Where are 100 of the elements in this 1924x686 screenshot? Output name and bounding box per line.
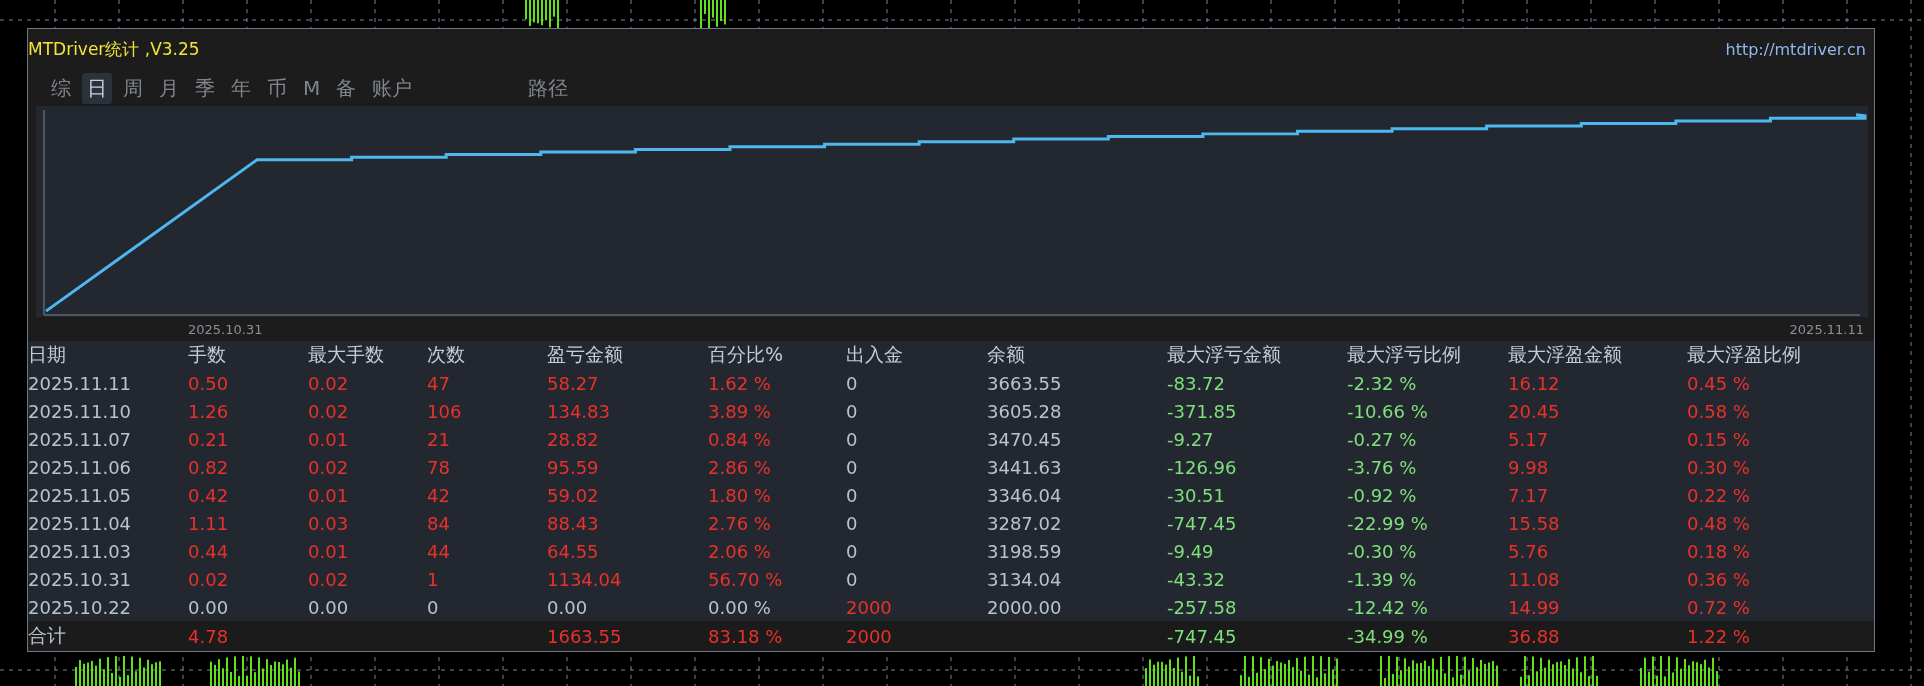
total-cell-text: 1.22 %	[1687, 625, 1751, 647]
table-cell-text: 1.80 %	[708, 484, 772, 506]
table-cell-text: 0	[846, 568, 859, 590]
table-cell-text: -30.51	[1167, 484, 1227, 506]
tab[interactable]: 账户	[367, 72, 418, 104]
table-cell-text: 0.02	[308, 372, 350, 394]
table-cell-text: -747.45	[1167, 512, 1238, 534]
table-cell-text: 84	[427, 512, 451, 534]
total-cell-text: -34.99 %	[1347, 625, 1429, 647]
tab[interactable]: 币	[262, 72, 292, 104]
table-cell-text: -126.96	[1167, 456, 1238, 478]
table-cell-text: -10.66 %	[1347, 400, 1429, 422]
table-cell-text: 28.82	[547, 428, 600, 450]
table-cell-text: 1134.04	[547, 568, 623, 590]
table-cell-text: 2025.11.03	[28, 540, 133, 562]
table-cell-text: 20.45	[1508, 400, 1561, 422]
path-tab[interactable]: 路径	[523, 72, 574, 104]
table-cell-text: 0	[846, 456, 859, 478]
table-cell-text: 0.44	[188, 540, 230, 562]
table-cell-text: 0.82	[188, 456, 230, 478]
table-cell-text: 2025.11.05	[28, 484, 133, 506]
table-cell-text: -371.85	[1167, 400, 1238, 422]
table-cell-text: 0.58 %	[1687, 400, 1751, 422]
table-cell-text: -257.58	[1167, 596, 1238, 618]
table-cell-text: 9.98	[1508, 456, 1550, 478]
axis-label: 2025.10.31	[188, 321, 263, 337]
table-cell-text: -9.49	[1167, 540, 1215, 562]
table-cell-text: 3441.63	[987, 456, 1063, 478]
total-cell-text: 36.88	[1508, 625, 1561, 647]
table-cell-text: 0.00	[547, 596, 589, 618]
table-cell-text: 0.45 %	[1687, 372, 1751, 394]
table-cell-text: 2025.10.22	[28, 596, 133, 618]
table-cell-text: 0.03	[308, 512, 350, 534]
table-cell-text: 3134.04	[987, 568, 1063, 590]
table-cell-text: 3663.55	[987, 372, 1063, 394]
tab[interactable]: 备	[331, 72, 362, 104]
tab[interactable]: 周	[118, 72, 148, 104]
table-cell-text: 3346.04	[987, 484, 1063, 506]
tab[interactable]: M	[298, 74, 326, 103]
column-header: 百分比%	[708, 342, 785, 367]
table-cell-text: 2.76 %	[708, 512, 772, 534]
table-cell-text: 1.62 %	[708, 372, 772, 394]
table-cell-text: 0.48 %	[1687, 512, 1751, 534]
table-cell-text: -43.32	[1167, 568, 1227, 590]
table-cell-text: 0	[427, 596, 440, 618]
table-cell-text: 0.01	[308, 484, 350, 506]
table-cell-text: 1.26	[188, 400, 230, 422]
table-cell-text: -0.30 %	[1347, 540, 1418, 562]
table-cell-text: 0.18 %	[1687, 540, 1751, 562]
table-cell-text: -2.32 %	[1347, 372, 1418, 394]
table-cell-text: 58.27	[547, 372, 600, 394]
tab[interactable]: 年	[226, 72, 256, 104]
column-header: 日期	[28, 342, 67, 367]
total-cell-text: 2000	[846, 625, 893, 647]
table-cell-text: 14.99	[1508, 596, 1561, 618]
table-cell-text: 3287.02	[987, 512, 1063, 534]
tab[interactable]: 季	[190, 72, 220, 104]
table-cell-text: 3605.28	[987, 400, 1063, 422]
column-header: 手数	[188, 342, 227, 367]
table-cell-text: 0	[846, 372, 859, 394]
website-link[interactable]: http://mtdriver.cn	[1725, 40, 1866, 60]
tab[interactable]: 月	[154, 72, 184, 104]
tab[interactable]: 综	[46, 72, 76, 104]
table-cell-text: 64.55	[547, 540, 600, 562]
total-cell-text: 4.78	[188, 625, 230, 647]
table-cell-text: 1	[427, 568, 440, 590]
table-cell-text: 0.00 %	[708, 596, 772, 618]
table-cell-text: -12.42 %	[1347, 596, 1429, 618]
table-cell-text: 78	[427, 456, 451, 478]
table-cell-text: 2025.11.06	[28, 456, 133, 478]
table-cell-text: -22.99 %	[1347, 512, 1429, 534]
table-cell-text: 11.08	[1508, 568, 1561, 590]
table-cell-text: 0	[846, 400, 859, 422]
table-cell-text: 59.02	[547, 484, 600, 506]
table-cell-text: -1.39 %	[1347, 568, 1418, 590]
total-cell-text: 合计	[28, 623, 67, 648]
table-cell-text: 0.72 %	[1687, 596, 1751, 618]
table-cell-text: -0.27 %	[1347, 428, 1418, 450]
column-header: 盈亏金额	[547, 342, 624, 367]
table-cell-text: -0.92 %	[1347, 484, 1418, 506]
table-cell-text: 21	[427, 428, 451, 450]
table-cell-text: 0.02	[308, 568, 350, 590]
tab[interactable]: 日	[82, 72, 112, 104]
table-cell-text: 16.12	[1508, 372, 1561, 394]
table-cell-text: 0.36 %	[1687, 568, 1751, 590]
table-cell-text: 2000	[846, 596, 893, 618]
column-header: 最大浮亏金额	[1167, 342, 1282, 367]
table-cell-text: 2025.10.31	[28, 568, 133, 590]
table-cell-text: 134.83	[547, 400, 611, 422]
table-cell-text: 0	[846, 540, 859, 562]
column-header: 最大浮盈比例	[1687, 342, 1802, 367]
column-header: 余额	[987, 342, 1026, 367]
table-cell-text: 2025.11.11	[28, 372, 133, 394]
table-cell-text: 0.00	[188, 596, 230, 618]
table-cell-text: 0.01	[308, 428, 350, 450]
table-cell-text: 2.86 %	[708, 456, 772, 478]
column-header: 最大手数	[308, 342, 385, 367]
table-cell-text: 0.84 %	[708, 428, 772, 450]
total-cell-text: 1663.55	[547, 625, 623, 647]
column-header: 次数	[427, 342, 466, 367]
